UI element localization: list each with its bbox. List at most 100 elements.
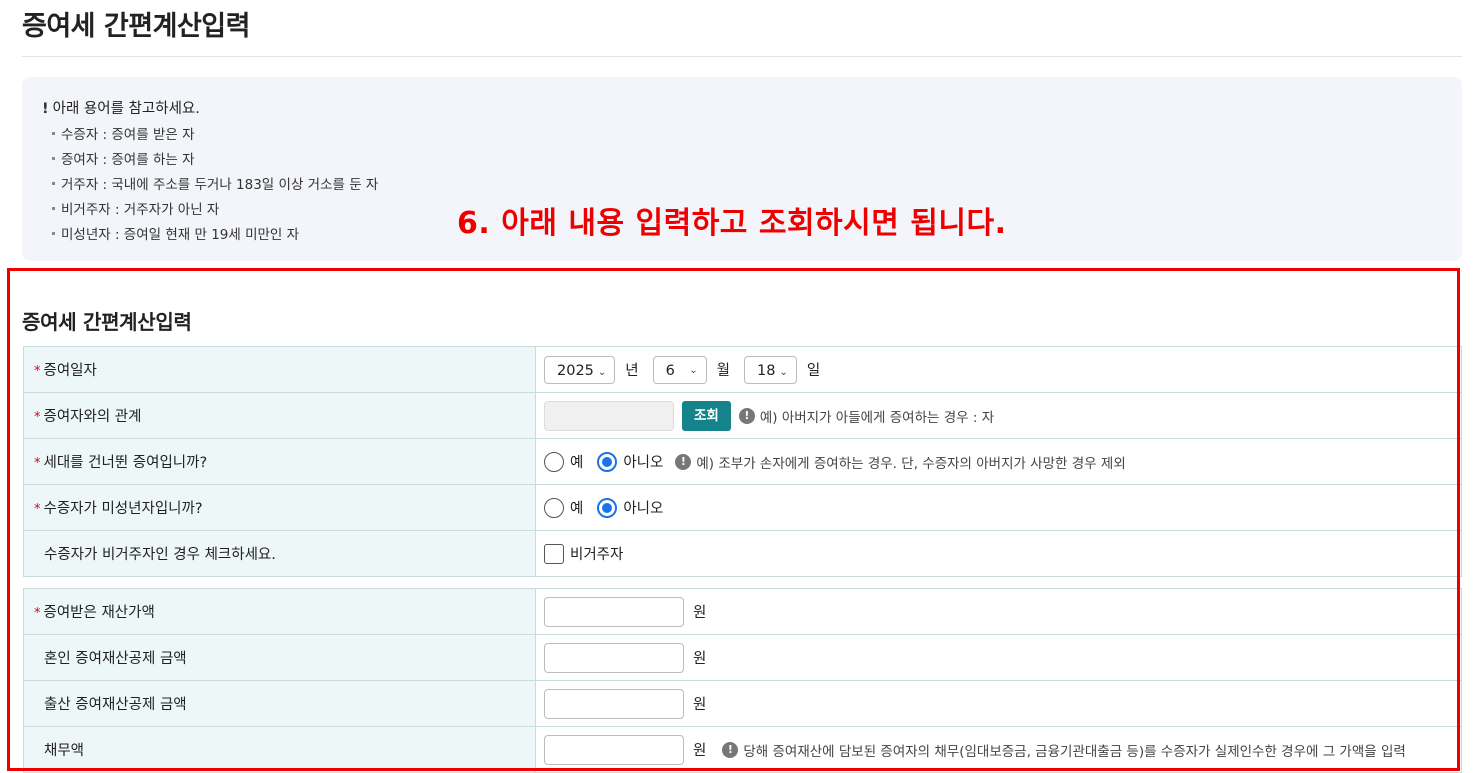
gift-amount-label: * 증여받은 재산가액 bbox=[23, 588, 536, 635]
term-item: 미성년자 : 증여일 현재 만 19세 미만인 자 bbox=[52, 223, 378, 248]
skip-generation-row: * 세대를 건너뛴 증여입니까? 예 아니오! 예) 조부가 손자에게 증여하는 경우… bbox=[23, 438, 1462, 485]
non-resident-label: 수증자가 비거주자인 경우 체크하세요. bbox=[23, 530, 536, 577]
debt-row: 채무액 원 ! 당해 증여재산에 담보된 증여자의 채무(임대보증금, 금융기관대출… bbox=[23, 726, 1462, 773]
bullet-icon bbox=[52, 132, 55, 135]
marriage-deduction-row: 혼인 증여재산공제 금액 원 bbox=[23, 634, 1462, 681]
chevron-down-icon: ⌄ bbox=[597, 366, 607, 378]
won-unit: 원 bbox=[693, 651, 707, 667]
non-resident-checkbox-label[interactable]: 비거주자 bbox=[570, 543, 623, 564]
relationship-hint: ! 예) 아버지가 아들에게 증여하는 경우 : 자 bbox=[738, 406, 995, 426]
term-text: 거주자 : 국내에 주소를 두거나 183일 이상 거소를 둔 자 bbox=[61, 177, 379, 193]
minor-yes-label[interactable]: 예 bbox=[570, 497, 583, 518]
basic-info-table: * 증여일자 2025 ⌄ 년 6 ⌄ 월 18 ⌄ 일 * 증여자와의 관계 조회! 예) 아버지가… bbox=[23, 346, 1462, 577]
marriage-deduction-label-text: 혼인 증여재산공제 금액 bbox=[44, 651, 187, 667]
minor-no-radio[interactable] bbox=[597, 497, 618, 518]
bullet-icon bbox=[52, 207, 55, 210]
skip-generation-yes-radio[interactable] bbox=[544, 451, 564, 472]
title-divider bbox=[22, 56, 1462, 57]
term-text: 수증자 : 증여를 받은 자 bbox=[61, 127, 195, 143]
marriage-deduction-label: 혼인 증여재산공제 금액 bbox=[23, 634, 536, 681]
minor-label: * 수증자가 미성년자입니까? bbox=[23, 484, 536, 531]
amount-table: * 증여받은 재산가액 원 혼인 증여재산공제 금액 원 출산 증여재산공제 금액… bbox=[23, 588, 1462, 773]
info-icon: ! bbox=[738, 407, 755, 424]
lookup-button[interactable]: 조회 bbox=[682, 400, 731, 431]
relationship-input[interactable] bbox=[544, 400, 674, 431]
relationship-hint-text: 예) 아버지가 아들에게 증여하는 경우 : 자 bbox=[759, 409, 995, 426]
skip-generation-yes-label[interactable]: 예 bbox=[570, 451, 583, 472]
year-value: 2025 bbox=[557, 362, 594, 379]
marriage-deduction-input[interactable] bbox=[544, 642, 684, 673]
day-unit: 일 bbox=[806, 363, 821, 379]
skip-generation-hint: ! 예) 조부가 손자에게 증여하는 경우. 단, 수증자의 아버지가 사망한 경… bbox=[675, 452, 1126, 472]
year-select[interactable]: 2025 ⌄ bbox=[544, 355, 616, 384]
gift-date-value: 2025 ⌄ 년 6 ⌄ 월 18 ⌄ 일 bbox=[535, 346, 1462, 393]
term-item: 거주자 : 국내에 주소를 두거나 183일 이상 거소를 둔 자 bbox=[52, 173, 378, 198]
bullet-icon bbox=[52, 157, 55, 160]
terms-list: 수증자 : 증여를 받은 자 증여자 : 증여를 하는 자 거주자 : 국내에 … bbox=[52, 123, 378, 248]
page-title: 증여세 간편계산입력 bbox=[22, 11, 250, 42]
minor-yes-radio[interactable] bbox=[544, 497, 564, 518]
minor-row: * 수증자가 미성년자입니까? 예 아니오 bbox=[23, 484, 1462, 531]
term-item: 수증자 : 증여를 받은 자 bbox=[52, 123, 378, 148]
skip-generation-hint-text: 예) 조부가 손자에게 증여하는 경우. 단, 수증자의 아버지가 사망한 경우… bbox=[696, 455, 1126, 472]
month-value: 6 bbox=[665, 362, 675, 379]
term-text: 미성년자 : 증여일 현재 만 19세 미만인 자 bbox=[61, 227, 300, 243]
term-item: 비거주자 : 거주자가 아닌 자 bbox=[52, 198, 378, 223]
birth-deduction-input[interactable] bbox=[544, 688, 684, 719]
day-select[interactable]: 18 ⌄ bbox=[743, 355, 797, 384]
gift-amount-input[interactable] bbox=[544, 596, 684, 627]
non-resident-checkbox[interactable] bbox=[544, 543, 564, 564]
required-mark: * bbox=[34, 364, 41, 379]
term-text: 비거주자 : 거주자가 아닌 자 bbox=[61, 202, 220, 218]
non-resident-label-text: 수증자가 비거주자인 경우 체크하세요. bbox=[44, 547, 276, 563]
month-unit: 월 bbox=[716, 363, 730, 379]
skip-generation-no-radio[interactable] bbox=[597, 451, 618, 472]
debt-label: 채무액 bbox=[23, 726, 536, 773]
instruction-annotation: 6. 아래 내용 입력하고 조회하시면 됩니다. bbox=[457, 206, 1007, 241]
year-unit: 년 bbox=[625, 363, 639, 379]
skip-generation-label-text: 세대를 건너뛴 증여입니까? bbox=[43, 455, 208, 471]
required-mark: * bbox=[34, 606, 41, 621]
day-value: 18 bbox=[756, 362, 776, 379]
info-icon: ! bbox=[675, 453, 692, 470]
skip-generation-label: * 세대를 건너뛴 증여입니까? bbox=[23, 438, 536, 485]
minor-value: 예 아니오 bbox=[535, 484, 1462, 531]
marriage-deduction-value: 원 bbox=[535, 634, 1462, 681]
gift-date-row: * 증여일자 2025 ⌄ 년 6 ⌄ 월 18 ⌄ 일 bbox=[23, 346, 1462, 393]
debt-input[interactable] bbox=[544, 734, 684, 765]
birth-deduction-label: 출산 증여재산공제 금액 bbox=[23, 680, 536, 727]
won-unit: 원 bbox=[693, 743, 707, 759]
required-mark: * bbox=[34, 456, 41, 471]
required-mark: * bbox=[34, 502, 41, 517]
info-icon: ! bbox=[722, 741, 739, 758]
debt-value: 원 ! 당해 증여재산에 담보된 증여자의 채무(임대보증금, 금융기관대출금 등)… bbox=[535, 726, 1462, 773]
non-resident-value: 비거주자 bbox=[535, 530, 1462, 577]
gift-amount-value: 원 bbox=[535, 588, 1462, 635]
month-select[interactable]: 6 ⌄ bbox=[652, 355, 707, 384]
relationship-row: * 증여자와의 관계 조회! 예) 아버지가 아들에게 증여하는 경우 : 자 bbox=[23, 392, 1462, 439]
chevron-down-icon: ⌄ bbox=[779, 366, 788, 378]
required-mark: * bbox=[34, 410, 41, 425]
terms-note-heading: ! 아래 용어를 참고하세요. bbox=[42, 97, 200, 118]
bullet-icon bbox=[52, 232, 55, 235]
minor-no-label[interactable]: 아니오 bbox=[623, 497, 663, 518]
birth-deduction-label-text: 출산 증여재산공제 금액 bbox=[44, 697, 187, 713]
minor-label-text: 수증자가 미성년자입니까? bbox=[43, 501, 203, 517]
non-resident-row: 수증자가 비거주자인 경우 체크하세요. 비거주자 bbox=[23, 530, 1462, 577]
won-unit: 원 bbox=[693, 697, 707, 713]
birth-deduction-row: 출산 증여재산공제 금액 원 bbox=[23, 680, 1462, 727]
relationship-value: 조회! 예) 아버지가 아들에게 증여하는 경우 : 자 bbox=[535, 392, 1462, 439]
bullet-icon bbox=[52, 182, 55, 185]
gift-date-label: * 증여일자 bbox=[23, 346, 536, 393]
debt-hint: ! 당해 증여재산에 담보된 증여자의 채무(임대보증금, 금융기관대출금 등)를… bbox=[722, 740, 1406, 760]
chevron-down-icon: ⌄ bbox=[689, 364, 698, 376]
gift-amount-row: * 증여받은 재산가액 원 bbox=[23, 588, 1462, 635]
relationship-label: * 증여자와의 관계 bbox=[23, 392, 536, 439]
birth-deduction-value: 원 bbox=[535, 680, 1462, 727]
gift-amount-label-text: 증여받은 재산가액 bbox=[43, 605, 155, 621]
term-item: 증여자 : 증여를 하는 자 bbox=[52, 148, 378, 173]
skip-generation-value: 예 아니오! 예) 조부가 손자에게 증여하는 경우. 단, 수증자의 아버지가 사… bbox=[535, 438, 1462, 485]
gift-date-label-text: 증여일자 bbox=[43, 363, 97, 379]
skip-generation-no-label[interactable]: 아니오 bbox=[623, 451, 663, 472]
terms-note-heading-text: 아래 용어를 참고하세요. bbox=[52, 101, 200, 117]
